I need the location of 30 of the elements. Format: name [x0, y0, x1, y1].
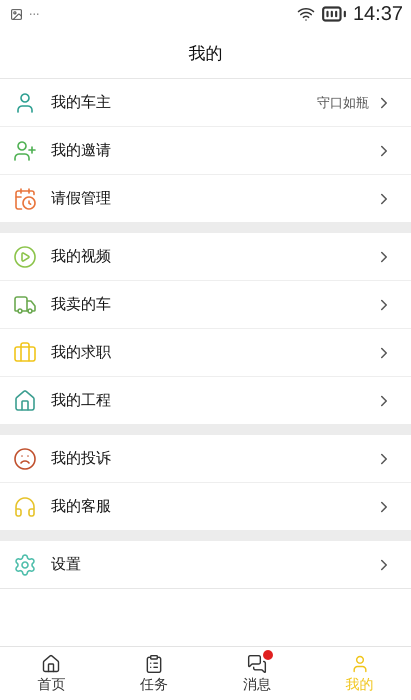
item-value: 守口如瓶 — [317, 94, 369, 112]
nav-tab[interactable]: 首页 — [0, 647, 103, 700]
home-icon — [41, 654, 62, 674]
calendar-clock-icon — [13, 186, 37, 210]
menu-item[interactable]: 我的客服 — [0, 483, 411, 530]
briefcase-icon — [13, 340, 37, 364]
menu-item[interactable]: 设置 — [0, 541, 411, 588]
menu-item[interactable]: 我的车主 守口如瓶 — [0, 79, 411, 127]
settings-icon — [13, 552, 37, 576]
status-dots: ··· — [29, 8, 40, 20]
clipboard-icon — [144, 654, 164, 674]
clock: 14:37 — [352, 2, 403, 26]
menu-item[interactable]: 我的投诉 — [0, 435, 411, 483]
image-icon — [10, 8, 23, 20]
menu-item[interactable]: 我的视频 — [0, 233, 411, 281]
nav-tab[interactable]: 任务 — [102, 647, 206, 700]
add-person-icon — [13, 138, 37, 162]
menu-item[interactable]: 我的邀请 — [0, 127, 411, 175]
house-icon — [13, 388, 37, 412]
wifi-icon — [296, 5, 315, 23]
menu-item[interactable]: 请假管理 — [0, 175, 411, 222]
play-icon — [13, 244, 37, 268]
headset-icon — [13, 494, 37, 518]
menu-item[interactable]: 我的工程 — [0, 377, 411, 424]
menu-item[interactable]: 我的求职 — [0, 329, 411, 377]
page-title: 我的 — [188, 42, 222, 64]
menu-item[interactable]: 我卖的车 — [0, 281, 411, 329]
chat-icon — [246, 654, 267, 674]
frown-icon — [13, 446, 37, 470]
nav-tab[interactable]: 消息 — [206, 647, 308, 700]
